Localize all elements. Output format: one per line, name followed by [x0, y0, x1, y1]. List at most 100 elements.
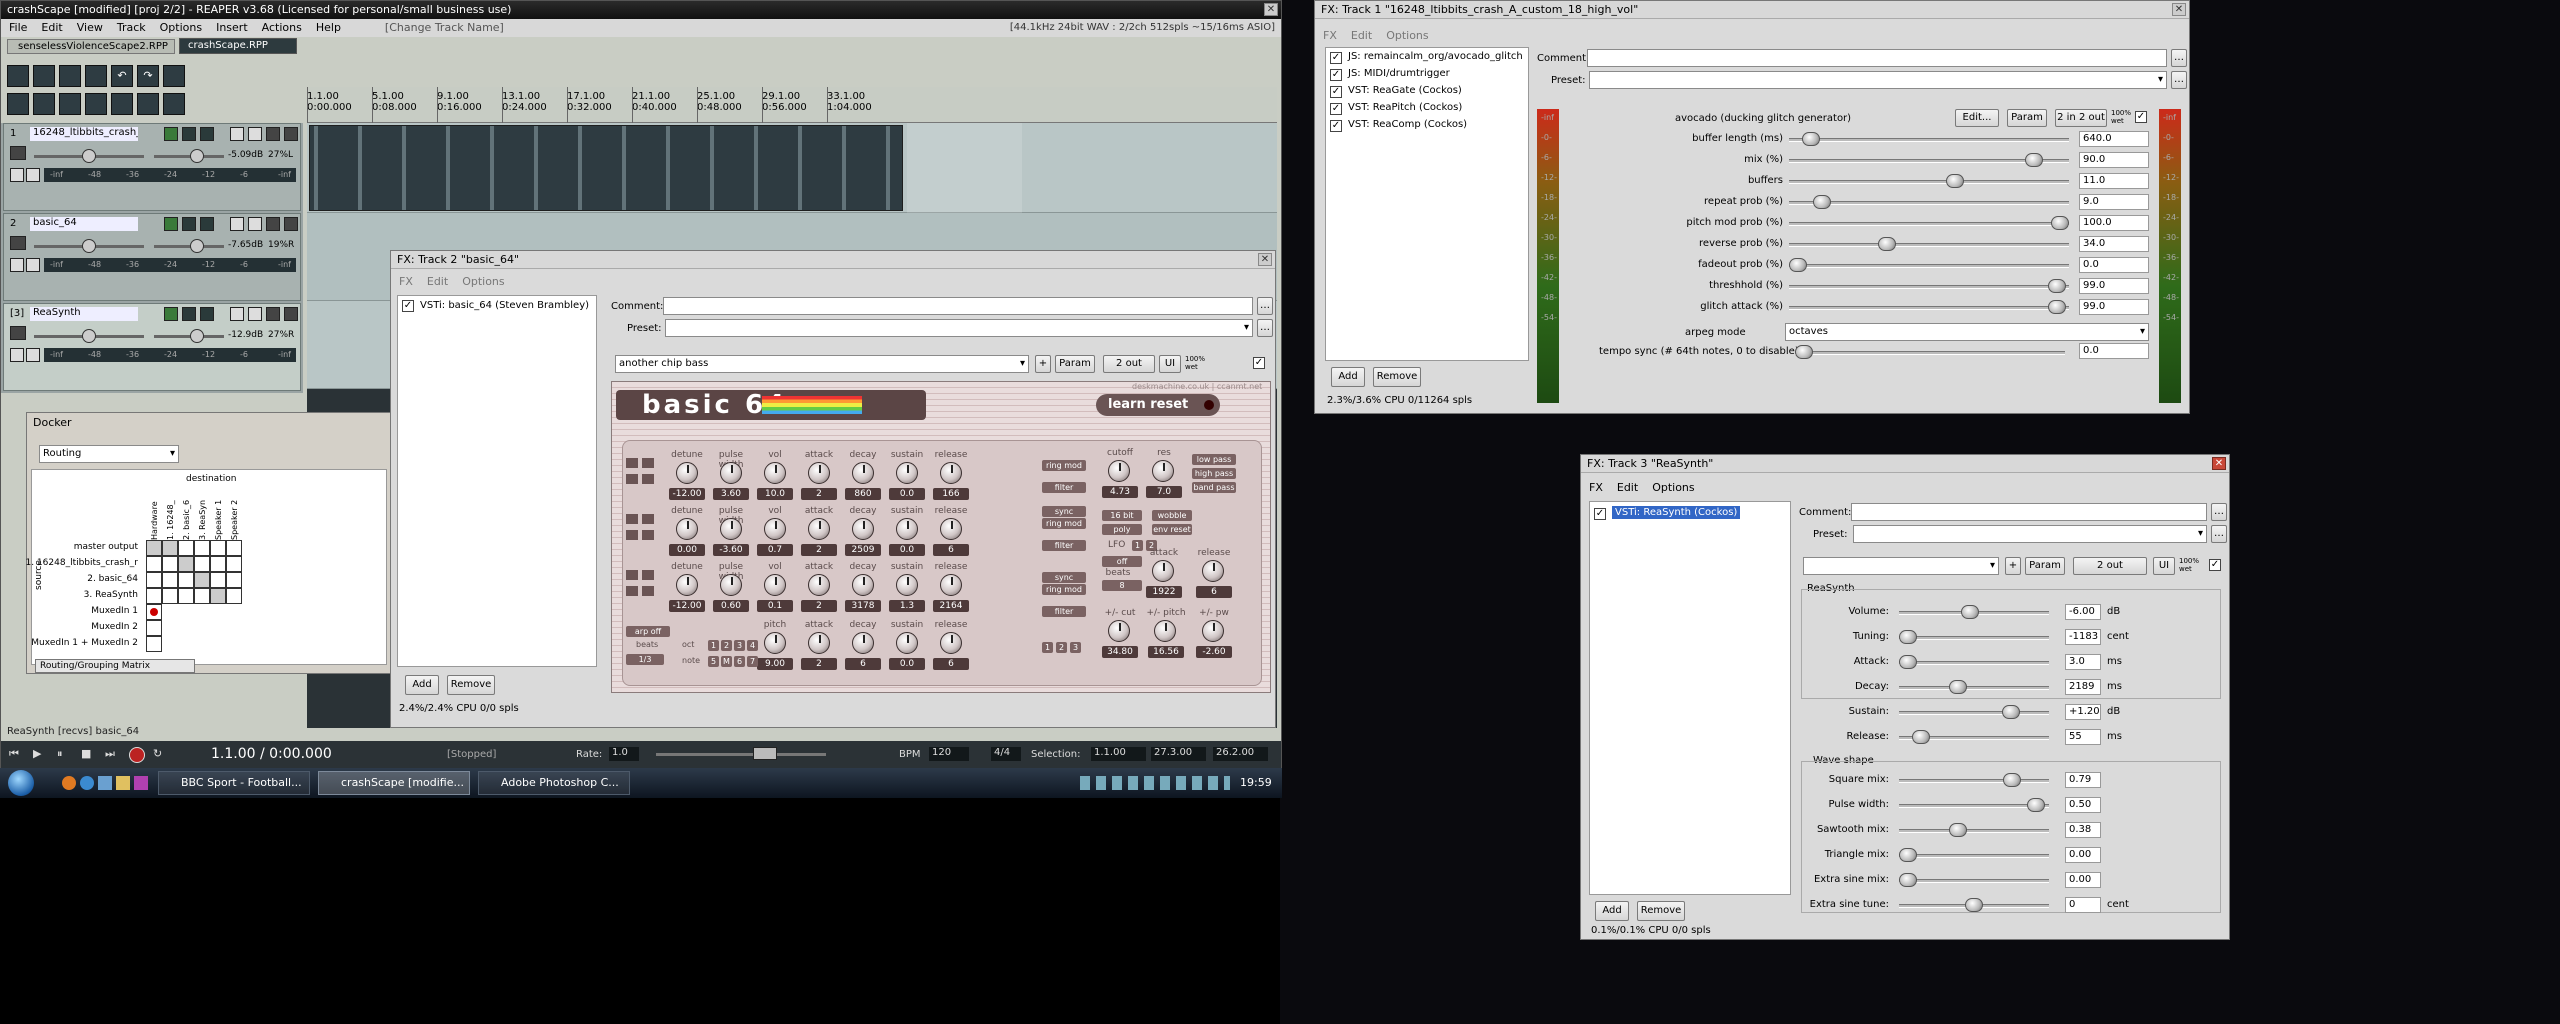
matrix-cell[interactable] — [146, 604, 162, 620]
fx3-comment-more[interactable]: … — [2211, 503, 2227, 521]
fx2-comment-more[interactable]: … — [1257, 297, 1273, 315]
fx1-bypass-checkbox[interactable]: ✓ — [2135, 111, 2147, 123]
monitor-button[interactable] — [182, 217, 196, 231]
fx1-add-button[interactable]: Add — [1331, 367, 1365, 387]
fx1-param-value[interactable]: 11.0 — [2079, 173, 2149, 189]
wobble-button[interactable]: wobble — [1152, 510, 1192, 521]
fx3-param-thumb[interactable] — [1965, 898, 1983, 912]
route-icon[interactable] — [26, 348, 40, 362]
pan-slider[interactable] — [154, 155, 224, 158]
matrix-cell[interactable] — [226, 540, 242, 556]
fx1-param-value[interactable]: 90.0 — [2079, 152, 2149, 168]
fx3-param-thumb[interactable] — [1899, 655, 1917, 669]
fx3-param-slider[interactable] — [1899, 636, 2049, 640]
fx3-param-value[interactable]: 0.00 — [2065, 847, 2101, 863]
fx3-plugin-preset-select[interactable] — [1803, 557, 1999, 575]
arp-off-button[interactable]: arp off — [626, 626, 670, 637]
fx1-plugin-checkbox[interactable]: ✓ — [1330, 120, 1342, 132]
bit-depth-button[interactable]: 16 bit — [1102, 510, 1142, 521]
clock[interactable]: 19:59 — [1240, 776, 1272, 789]
env-button[interactable] — [10, 326, 26, 340]
fx1-menu-options[interactable]: Options — [1386, 27, 1428, 45]
fx1-edit-button[interactable]: Edit... — [1955, 109, 1999, 127]
fx1-param-slider[interactable] — [1789, 180, 2069, 184]
fx1-param-value[interactable]: 640.0 — [2079, 131, 2149, 147]
record-arm-button[interactable] — [164, 307, 178, 321]
fx1-tempo-value[interactable]: 0.0 — [2079, 343, 2149, 359]
fx1-param-value[interactable]: 34.0 — [2079, 236, 2149, 252]
phase-icon[interactable] — [10, 258, 24, 272]
osc-noise-icon[interactable] — [626, 474, 638, 484]
menu-insert[interactable]: Insert — [216, 19, 248, 37]
fx1-param-value[interactable]: 99.0 — [2079, 278, 2149, 294]
osc-noise-icon[interactable] — [626, 586, 638, 596]
fx2-comment-input[interactable] — [663, 297, 1253, 315]
osc-param-knob[interactable] — [852, 632, 874, 654]
fx3-param-thumb[interactable] — [1912, 730, 1930, 744]
matrix-cell[interactable] — [210, 556, 226, 572]
fx1-param-thumb[interactable] — [1789, 258, 1807, 272]
lfo-cut-knob[interactable] — [1108, 620, 1130, 642]
matrix-cell[interactable] — [194, 572, 210, 588]
env-button[interactable] — [10, 146, 26, 160]
fx3-param-thumb[interactable] — [1961, 605, 1979, 619]
arp-beats-value[interactable]: 1/3 — [626, 654, 664, 665]
matrix-cell[interactable] — [226, 572, 242, 588]
fx1-param-slider[interactable] — [1789, 306, 2069, 310]
osc-mod-button[interactable]: sync — [1042, 506, 1086, 517]
osc-mod-button[interactable]: ring mod — [1042, 460, 1086, 471]
fx3-param-slider[interactable] — [1899, 854, 2049, 858]
osc-mod-button[interactable]: filter — [1042, 606, 1086, 617]
fx2-plugin-item[interactable]: VSTi: basic_64 (Steven Brambley) — [420, 300, 589, 311]
menu-options[interactable]: Options — [160, 19, 202, 37]
osc-param-knob[interactable] — [852, 462, 874, 484]
fx3-param-slider[interactable] — [1899, 661, 2049, 665]
fx3-param-value[interactable]: 0.38 — [2065, 822, 2101, 838]
osc-mod-button[interactable]: filter — [1042, 482, 1086, 493]
fx2-remove-button[interactable]: Remove — [447, 675, 495, 695]
osc-param-knob[interactable] — [764, 462, 786, 484]
osc-mod-button[interactable]: sync — [1042, 572, 1086, 583]
fx3-param-slider[interactable] — [1899, 829, 2049, 833]
fx1-io-button[interactable]: 2 in 2 out — [2055, 109, 2107, 127]
matrix-cell[interactable] — [178, 540, 194, 556]
selection-start[interactable]: 1.1.00 — [1091, 747, 1146, 761]
fx1-param-slider[interactable] — [1789, 264, 2069, 268]
pause-icon[interactable]: ⏸ — [57, 747, 75, 763]
fx1-tempo-thumb[interactable] — [1795, 345, 1813, 359]
quicklaunch-firefox-icon[interactable] — [62, 776, 76, 790]
fx3-param-thumb[interactable] — [2003, 773, 2021, 787]
osc-wave-icon[interactable] — [626, 458, 638, 468]
quicklaunch-folder-icon[interactable] — [116, 776, 130, 790]
stop-icon[interactable]: ■ — [81, 747, 99, 763]
track-name[interactable]: ReaSynth — [30, 307, 138, 321]
lock-icon[interactable] — [163, 93, 185, 115]
fx1-param-slider[interactable] — [1789, 222, 2069, 226]
fx3-titlebar[interactable]: FX: Track 3 "ReaSynth" — [1581, 455, 2229, 473]
osc-mod-button[interactable]: filter — [1042, 540, 1086, 551]
volume-slider-thumb[interactable] — [82, 149, 96, 163]
fx1-param-value[interactable]: 9.0 — [2079, 194, 2149, 210]
track-header[interactable]: 1 16248_ltibbits_crash_ -5.09dB 27%L -in… — [3, 123, 301, 211]
phase-icon[interactable] — [10, 168, 24, 182]
routing-mode-select[interactable]: Routing — [39, 445, 179, 463]
io-button[interactable] — [266, 217, 280, 231]
lfo-off-button[interactable]: off — [1102, 556, 1142, 567]
route-icon[interactable] — [26, 168, 40, 182]
matrix-cell[interactable] — [146, 588, 162, 604]
quicklaunch-app-icon[interactable] — [134, 776, 148, 790]
dest-button[interactable]: 3 — [1070, 642, 1081, 653]
monitor-button[interactable] — [182, 307, 196, 321]
fx3-param-thumb[interactable] — [1899, 873, 1917, 887]
filter-type-button[interactable]: low pass — [1192, 454, 1236, 465]
arp-oct-button[interactable]: 3 — [734, 640, 745, 651]
track-name[interactable]: 16248_ltibbits_crash_ — [30, 127, 138, 141]
fx3-param-value[interactable]: -6.00 — [2065, 604, 2101, 620]
fx1-tempo-slider[interactable] — [1795, 351, 2065, 355]
fx1-param-value[interactable]: 100.0 — [2079, 215, 2149, 231]
poly-button[interactable]: poly — [1102, 524, 1142, 535]
mute-button[interactable] — [230, 307, 244, 321]
lfo-release-knob[interactable] — [1202, 560, 1224, 582]
fx1-param-slider[interactable] — [1789, 243, 2069, 247]
routing-matrix-tab[interactable]: Routing/Grouping Matrix — [35, 659, 195, 673]
